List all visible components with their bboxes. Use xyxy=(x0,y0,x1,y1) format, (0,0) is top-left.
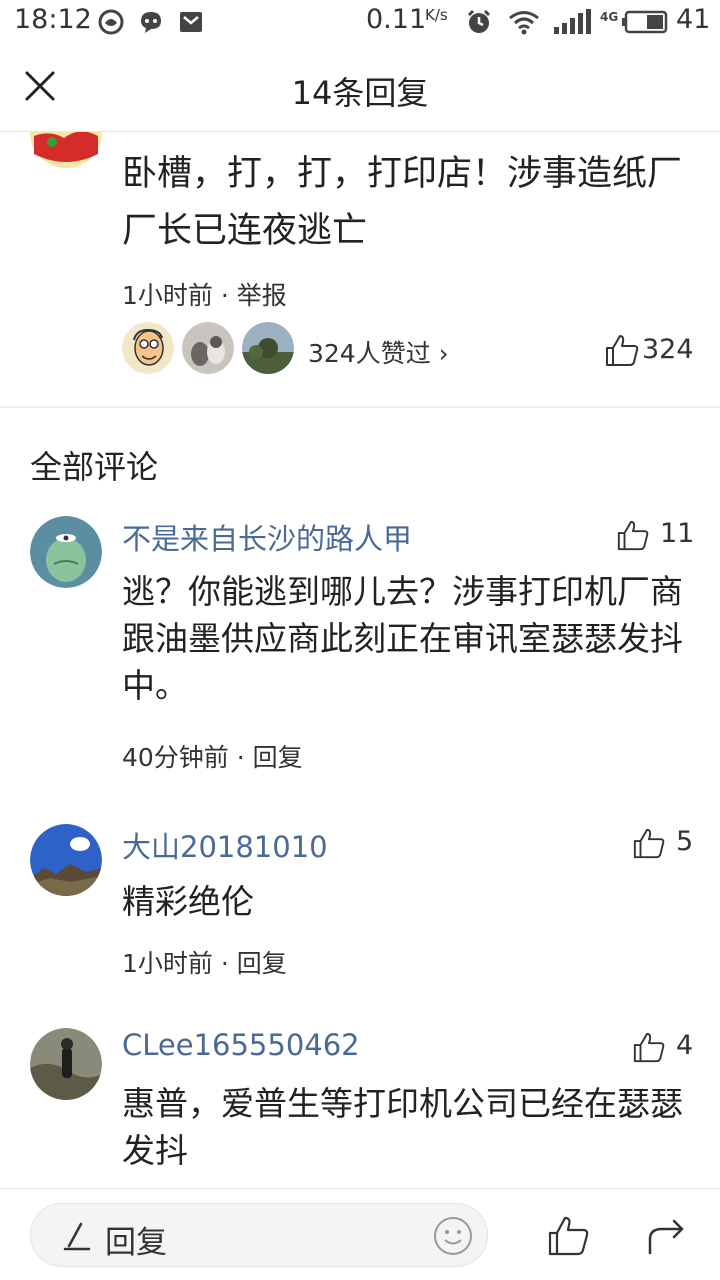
comment-like-count: 5 xyxy=(676,826,694,857)
liker-avatar[interactable] xyxy=(182,322,234,374)
comment-text: 逃？你能逃到哪儿去？涉事打印机厂商跟油墨供应商此刻正在审讯室瑟瑟发抖中。 xyxy=(122,572,683,705)
report-link[interactable]: 举报 xyxy=(237,281,287,310)
meta-dot: · xyxy=(220,281,237,310)
comment-username[interactable]: CLee165550462 xyxy=(122,1028,360,1062)
top-reply-time: 1小时前 xyxy=(122,281,213,310)
all-comments-title: 全部评论 xyxy=(30,448,159,486)
section-divider xyxy=(0,406,720,408)
meta-dot: · xyxy=(236,743,253,772)
chat-notification-icon xyxy=(141,12,161,33)
comment-avatar[interactable] xyxy=(30,824,102,896)
comment-avatar[interactable] xyxy=(30,516,102,588)
status-bar: 18:12 0.11 K/s 4G 41 xyxy=(0,0,720,44)
comment-text: 惠普，爱普生等打印机公司已经在瑟瑟发抖 xyxy=(122,1084,683,1170)
comment-text: 精彩绝伦 xyxy=(122,882,254,921)
net-speed-unit: K/s xyxy=(425,6,448,24)
alarm-icon xyxy=(467,9,491,33)
signal-icon xyxy=(554,9,591,34)
reply-input[interactable]: 回复 xyxy=(30,1203,488,1267)
meta-dot: · xyxy=(220,949,237,978)
likers-count-text: 324人赞过 xyxy=(308,339,431,368)
top-reply-avatar[interactable] xyxy=(30,132,102,168)
page-header: 14条回复 xyxy=(0,44,720,132)
comment-username[interactable]: 不是来自长沙的路人甲 xyxy=(122,516,412,558)
net-speed: 0.11 xyxy=(366,4,427,35)
liker-avatar[interactable] xyxy=(242,322,294,374)
comment-username[interactable]: 大山20181010 xyxy=(122,824,328,866)
top-reply-like-count: 324 xyxy=(642,334,694,365)
emoji-icon[interactable] xyxy=(433,1216,473,1256)
battery-icon xyxy=(622,10,668,34)
thumbs-up-icon[interactable] xyxy=(604,332,640,368)
network-type: 4G xyxy=(600,10,619,24)
battery-level: 41 xyxy=(676,4,711,35)
likers-count[interactable]: 324人赞过 › xyxy=(308,334,449,370)
reply-placeholder: 回复 xyxy=(105,1225,167,1261)
share-icon[interactable] xyxy=(644,1213,688,1257)
comment-avatar[interactable] xyxy=(30,1028,102,1100)
liker-avatar[interactable] xyxy=(122,322,174,374)
top-reply-meta: 1小时前 · 举报 xyxy=(122,276,287,312)
reply-link[interactable]: 回复 xyxy=(237,949,287,978)
bottom-bar: 回复 xyxy=(0,1188,720,1280)
chevron-right-icon: › xyxy=(438,339,449,368)
mail-notification-icon xyxy=(180,12,202,32)
comment-time: 40分钟前 xyxy=(122,743,229,772)
app-notification-icon xyxy=(98,9,124,35)
wifi-icon xyxy=(509,11,539,35)
page-title: 14条回复 xyxy=(291,74,429,112)
comment-time: 1小时前 xyxy=(122,949,213,978)
comment-meta: 40分钟前 · 回复 xyxy=(122,738,303,774)
comment-like-count: 11 xyxy=(660,518,695,549)
pen-icon xyxy=(63,1222,91,1251)
thumbs-up-icon[interactable] xyxy=(616,518,650,552)
comment-like-count: 4 xyxy=(676,1030,694,1061)
reply-link[interactable]: 回复 xyxy=(253,743,303,772)
status-time: 18:12 xyxy=(14,4,92,35)
comment-meta: 1小时前 · 回复 xyxy=(122,944,287,980)
thumbs-up-icon[interactable] xyxy=(632,1030,666,1064)
thumbs-up-icon[interactable] xyxy=(546,1213,590,1257)
top-reply-text: 卧槽，打，打，打印店！涉事造纸厂厂长已连夜逃亡 xyxy=(122,154,683,251)
thumbs-up-icon[interactable] xyxy=(632,826,666,860)
